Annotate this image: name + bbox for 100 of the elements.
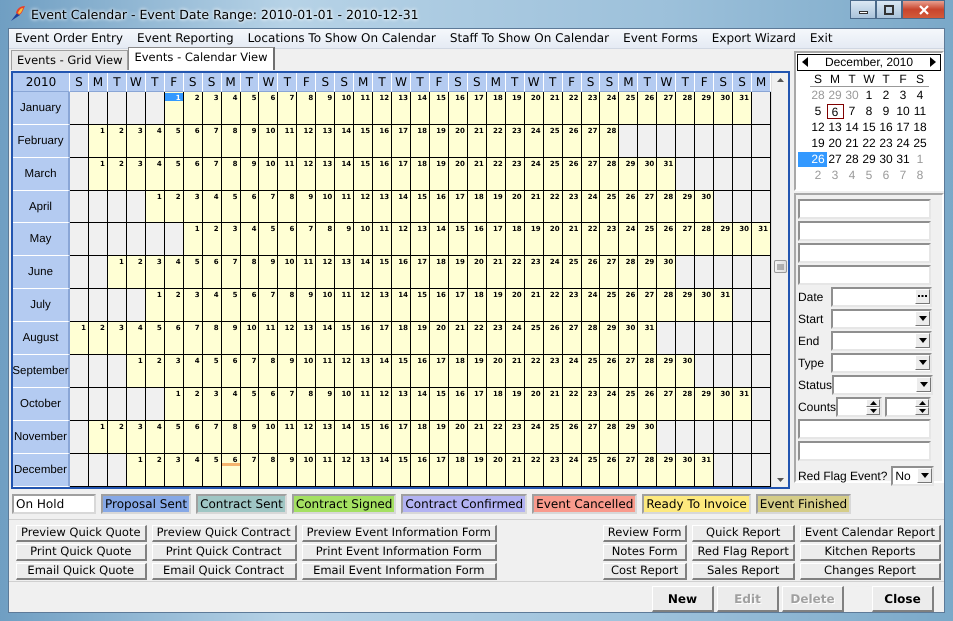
weekday-header: W bbox=[392, 72, 412, 92]
date-cell[interactable]: 14 bbox=[844, 120, 860, 135]
scroll-up-icon[interactable] bbox=[776, 78, 784, 82]
date-cell[interactable]: 2 bbox=[878, 88, 894, 103]
dropdown[interactable] bbox=[831, 352, 932, 373]
spin-field[interactable] bbox=[836, 396, 882, 417]
input-field[interactable] bbox=[798, 220, 931, 241]
date-cell[interactable]: 19 bbox=[810, 136, 826, 151]
month-label[interactable]: March bbox=[13, 158, 70, 191]
report-button[interactable]: Email Quick Contract bbox=[152, 562, 297, 580]
date-cell[interactable]: 24 bbox=[894, 136, 912, 151]
month-label[interactable]: May bbox=[13, 223, 70, 256]
report-button[interactable]: Email Event Information Form bbox=[302, 562, 497, 580]
weekday-label: S bbox=[810, 72, 826, 87]
date-field[interactable] bbox=[831, 286, 932, 307]
menu-item[interactable]: Event Reporting bbox=[137, 31, 234, 46]
menu-item[interactable]: Staff To Show On Calendar bbox=[450, 31, 610, 46]
input-field[interactable] bbox=[798, 264, 931, 285]
scroll-down-icon[interactable] bbox=[776, 478, 784, 482]
date-cell[interactable]: 7 bbox=[844, 104, 860, 119]
next-month-icon[interactable] bbox=[929, 57, 937, 68]
menu-item[interactable]: Event Forms bbox=[623, 31, 698, 46]
report-button[interactable]: Print Event Information Form bbox=[302, 544, 497, 562]
report-button[interactable]: Preview Event Information Form bbox=[302, 524, 497, 542]
input-field[interactable] bbox=[798, 418, 931, 439]
report-button[interactable]: Notes Form bbox=[602, 544, 688, 562]
month-label[interactable]: June bbox=[13, 256, 70, 290]
report-button[interactable]: Event Calendar Report bbox=[800, 524, 941, 542]
month-label[interactable]: November bbox=[13, 420, 70, 454]
report-button[interactable]: Sales Report bbox=[692, 562, 795, 580]
spin-field[interactable] bbox=[885, 396, 932, 417]
date-cell[interactable]: 21 bbox=[844, 136, 860, 151]
tab[interactable]: Events - Calendar View bbox=[128, 46, 275, 70]
menu-item[interactable]: Event Order Entry bbox=[15, 31, 124, 46]
report-button[interactable]: Quick Report bbox=[692, 524, 795, 542]
date-cell[interactable]: 3 bbox=[894, 88, 912, 103]
month-label[interactable]: October bbox=[13, 388, 70, 421]
dropdown[interactable] bbox=[831, 330, 932, 351]
report-button[interactable]: Preview Quick Contract bbox=[152, 524, 297, 542]
date-cell[interactable]: 9 bbox=[878, 104, 894, 119]
weekday-header: T bbox=[544, 72, 563, 92]
previous-month-icon[interactable] bbox=[801, 57, 809, 68]
date-cell[interactable]: 18 bbox=[912, 120, 928, 135]
date-cell[interactable]: 23 bbox=[878, 136, 894, 151]
date-cell[interactable]: 29 bbox=[860, 152, 878, 167]
date-cell[interactable]: 5 bbox=[810, 104, 826, 119]
date-cell[interactable]: 12 bbox=[810, 120, 826, 135]
date-cell[interactable]: 16 bbox=[878, 120, 894, 135]
input-field[interactable] bbox=[798, 198, 931, 219]
close-button[interactable] bbox=[902, 0, 945, 19]
date-cell[interactable]: 4 bbox=[912, 88, 928, 103]
date-cell[interactable]: 31 bbox=[894, 152, 912, 167]
report-button[interactable]: Print Quick Contract bbox=[152, 544, 297, 562]
month-label[interactable]: August bbox=[13, 322, 70, 356]
month-label[interactable]: September bbox=[13, 355, 70, 388]
month-label[interactable]: July bbox=[13, 289, 70, 322]
date-cell[interactable]: 13 bbox=[826, 120, 844, 135]
field-label: Counts bbox=[798, 400, 836, 414]
month-label[interactable]: January bbox=[13, 92, 70, 125]
report-button[interactable]: Review Form bbox=[602, 524, 688, 542]
dialog-button[interactable]: New bbox=[652, 586, 714, 612]
report-button[interactable]: Cost Report bbox=[602, 562, 688, 580]
input-field[interactable] bbox=[798, 440, 931, 461]
date-cell[interactable]: 15 bbox=[860, 120, 878, 135]
report-button[interactable]: Email Quick Quote bbox=[16, 562, 147, 580]
date-cell[interactable]: 17 bbox=[894, 120, 912, 135]
weekday-header: F bbox=[695, 72, 714, 92]
report-button[interactable]: Preview Quick Quote bbox=[16, 524, 147, 542]
tab[interactable]: Events - Grid View bbox=[11, 50, 128, 70]
input-field[interactable] bbox=[798, 242, 931, 263]
month-label[interactable]: February bbox=[13, 124, 70, 158]
date-cell[interactable]: 8 bbox=[860, 104, 878, 119]
dropdown[interactable]: No bbox=[891, 466, 934, 486]
dialog-button[interactable]: Close bbox=[872, 586, 934, 612]
weekday-header: S bbox=[582, 72, 600, 92]
date-cell[interactable]: 20 bbox=[826, 136, 844, 151]
month-label[interactable]: April bbox=[13, 190, 70, 224]
dropdown[interactable] bbox=[831, 308, 932, 329]
date-cell[interactable]: 30 bbox=[878, 152, 894, 167]
minimize-button[interactable] bbox=[850, 0, 876, 19]
maximize-button[interactable] bbox=[876, 0, 902, 19]
report-button[interactable]: Kitchen Reports bbox=[800, 544, 941, 562]
date-cell[interactable]: 25 bbox=[912, 136, 928, 151]
report-button[interactable]: Print Quick Quote bbox=[16, 544, 147, 562]
date-cell[interactable]: 6 bbox=[826, 104, 844, 119]
date-cell[interactable]: 27 bbox=[826, 152, 844, 167]
date-cell[interactable]: 1 bbox=[860, 88, 878, 103]
menu-item[interactable]: Export Wizard bbox=[712, 31, 796, 46]
date-cell[interactable]: 22 bbox=[860, 136, 878, 151]
date-cell[interactable]: 28 bbox=[844, 152, 860, 167]
weekday-header: M bbox=[88, 72, 108, 92]
menu-item[interactable]: Locations To Show On Calendar bbox=[248, 31, 436, 46]
month-label[interactable]: December bbox=[13, 454, 70, 487]
report-button[interactable]: Changes Report bbox=[800, 562, 941, 580]
report-button[interactable]: Red Flag Report bbox=[692, 544, 795, 562]
dropdown[interactable] bbox=[832, 374, 934, 395]
date-cell[interactable]: 11 bbox=[912, 104, 928, 119]
date-cell[interactable]: 10 bbox=[894, 104, 912, 119]
vertical-scrollbar[interactable] bbox=[771, 72, 788, 487]
menu-item[interactable]: Exit bbox=[810, 31, 833, 46]
